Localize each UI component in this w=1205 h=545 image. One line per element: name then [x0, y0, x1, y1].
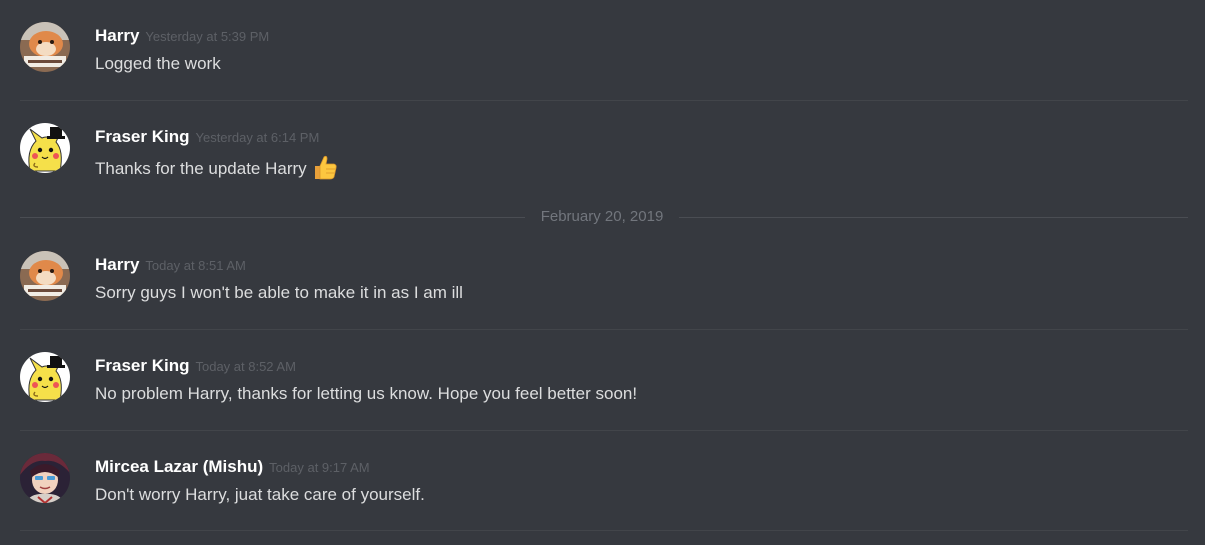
date-divider: February 20, 2019	[20, 206, 1188, 228]
timestamp: Today at 9:17 AM	[269, 460, 370, 475]
message-divider	[20, 530, 1188, 531]
avatar[interactable]	[20, 352, 70, 402]
chat-messages: Harry Yesterday at 5:39 PM Logged the wor…	[0, 0, 1205, 545]
timestamp: Yesterday at 6:14 PM	[195, 130, 320, 145]
message-content: Logged the work	[95, 54, 221, 73]
message-divider	[20, 430, 1188, 431]
shiba-dog-avatar	[20, 22, 70, 72]
message-header: Mircea Lazar (Mishu) Today at 9:17 AM	[95, 456, 370, 478]
date-divider-line	[679, 217, 1188, 218]
message-text: Thanks for the update Harry	[95, 159, 307, 178]
message-item: Fraser King Yesterday at 6:14 PM Thanks f…	[20, 123, 1188, 183]
message-item: Fraser King Today at 8:52 AM No problem H…	[20, 352, 1188, 412]
message-content: Sorry guys I won't be able to make it in…	[95, 283, 463, 302]
username[interactable]: Fraser King	[95, 356, 189, 375]
username[interactable]: Harry	[95, 255, 139, 274]
timestamp: Today at 8:51 AM	[145, 258, 246, 273]
username[interactable]: Mircea Lazar (Mishu)	[95, 457, 263, 476]
avatar[interactable]	[20, 123, 70, 173]
message-header: Harry Today at 8:51 AM	[95, 254, 246, 276]
avatar[interactable]	[20, 453, 70, 503]
timestamp: Today at 8:52 AM	[195, 359, 296, 374]
message-header: Harry Yesterday at 5:39 PM	[95, 25, 269, 47]
avatar[interactable]	[20, 251, 70, 301]
username[interactable]: Harry	[95, 26, 139, 45]
message-content: Don't worry Harry, juat take care of you…	[95, 485, 425, 504]
username[interactable]: Fraser King	[95, 127, 189, 146]
message-content: Thanks for the update Harry	[95, 154, 337, 186]
date-divider-label: February 20, 2019	[540, 208, 664, 225]
timestamp: Yesterday at 5:39 PM	[145, 29, 270, 44]
pikachu-tophat-avatar	[20, 123, 70, 173]
thumbs-up-icon[interactable]	[313, 154, 337, 186]
message-item: Mircea Lazar (Mishu) Today at 9:17 AM Don…	[20, 453, 1188, 513]
date-divider-line	[20, 217, 525, 218]
avatar[interactable]	[20, 22, 70, 72]
pikachu-tophat-avatar	[20, 352, 70, 402]
message-divider	[20, 100, 1188, 101]
message-item: Harry Today at 8:51 AM Sorry guys I won't…	[20, 251, 1188, 311]
message-item: Harry Yesterday at 5:39 PM Logged the wor…	[20, 22, 1188, 82]
message-content: No problem Harry, thanks for letting us …	[95, 384, 638, 403]
message-header: Fraser King Yesterday at 6:14 PM	[95, 126, 319, 148]
shiba-dog-avatar	[20, 251, 70, 301]
message-divider	[20, 329, 1188, 330]
message-header: Fraser King Today at 8:52 AM	[95, 355, 296, 377]
anime-character-avatar	[20, 453, 70, 503]
